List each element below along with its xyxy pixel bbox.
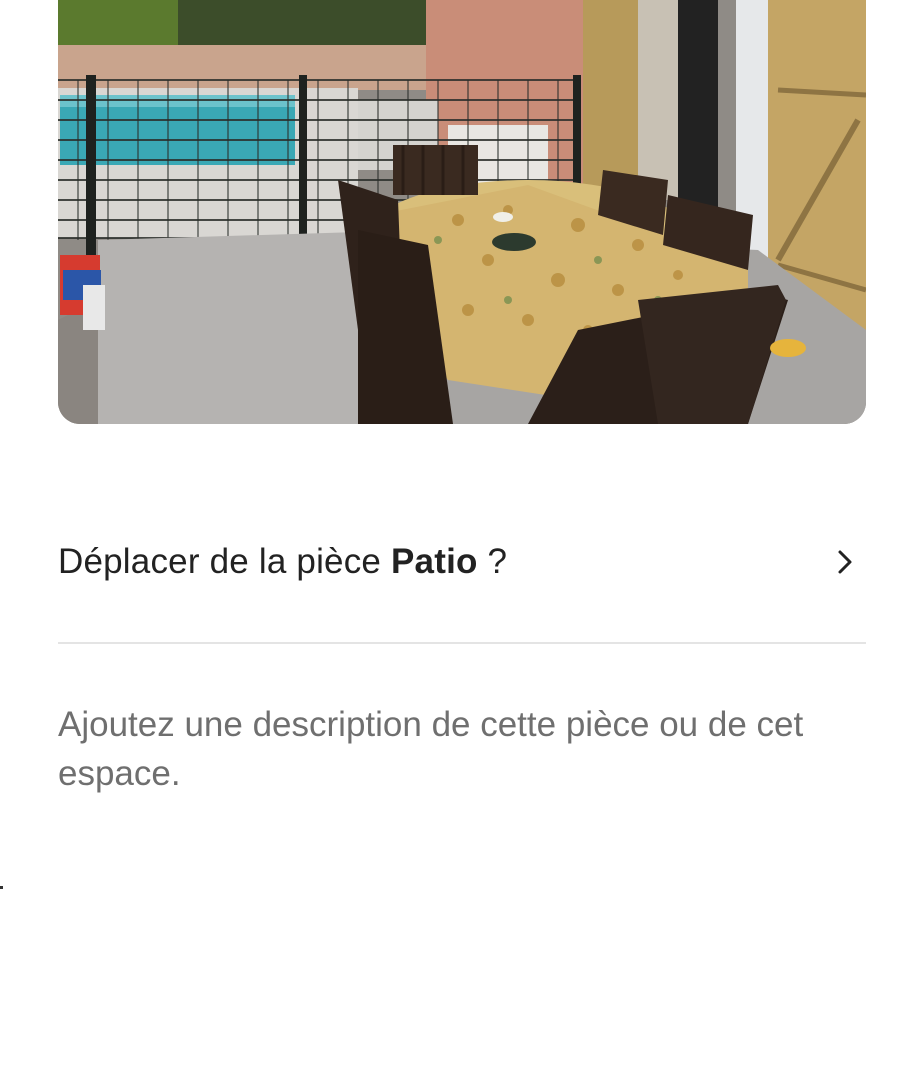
move-room-text: Déplacer de la pièce Patio ? bbox=[58, 542, 507, 582]
edge-mark bbox=[0, 886, 3, 889]
move-room-row[interactable]: Déplacer de la pièce Patio ? bbox=[58, 520, 866, 604]
room-description-input[interactable] bbox=[58, 700, 866, 800]
patio-photo-image bbox=[58, 0, 866, 424]
room-name: Patio bbox=[391, 542, 478, 581]
room-photo[interactable] bbox=[58, 0, 866, 424]
divider bbox=[58, 642, 866, 644]
move-room-prefix: Déplacer de la pièce bbox=[58, 542, 392, 581]
move-room-suffix: ? bbox=[477, 542, 508, 581]
chevron-right-icon[interactable] bbox=[830, 547, 860, 577]
